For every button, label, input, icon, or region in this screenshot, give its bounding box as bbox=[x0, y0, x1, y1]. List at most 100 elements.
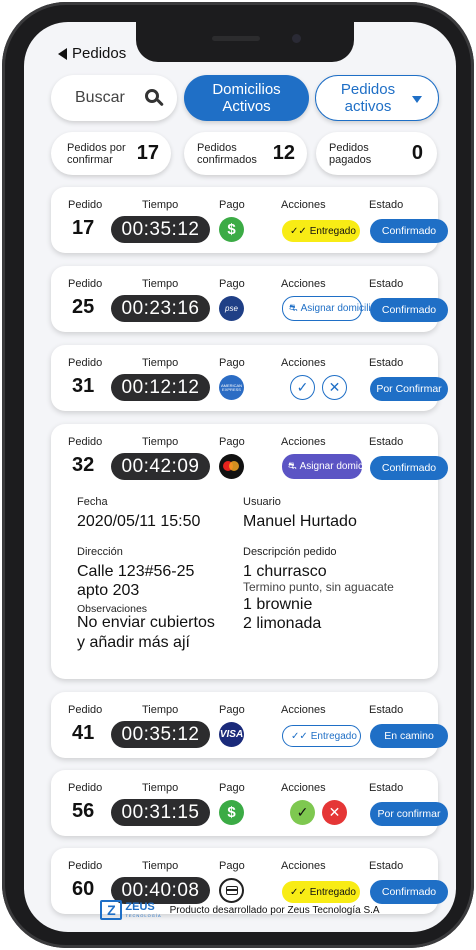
check-double-icon: ✓✓ bbox=[290, 225, 307, 237]
confirm-actions: ✓ ✕ bbox=[290, 800, 347, 825]
fecha-value: 2020/05/11 15:50 bbox=[77, 513, 201, 530]
asignar-domiciliario-button[interactable]: ⛐ Asignar domicilia... bbox=[282, 454, 384, 479]
stat-label: Pedidos confirmados bbox=[197, 141, 257, 166]
header-pago: Pago bbox=[219, 782, 245, 794]
visa-symbol: VISA bbox=[219, 729, 244, 740]
usuario-label: Usuario bbox=[243, 496, 281, 508]
item-1-note: Termino punto, sin aguacate bbox=[243, 580, 394, 594]
header-pago: Pago bbox=[219, 199, 245, 211]
observaciones-line-2: y añadir más ají bbox=[77, 634, 190, 651]
header-pago: Pago bbox=[219, 860, 245, 872]
header-estado: Estado bbox=[369, 278, 404, 290]
order-card[interactable]: Pedido Tiempo Pago Acciones Estado 17 00… bbox=[51, 187, 448, 253]
footer: Z ZEUS TECNOLOGÍA Producto desarrollado … bbox=[24, 900, 456, 920]
order-number: 41 bbox=[72, 722, 95, 744]
search-button[interactable]: Buscar bbox=[51, 75, 177, 121]
header-tiempo: Tiempo bbox=[142, 278, 179, 290]
status-badge[interactable]: Por confirmar bbox=[370, 802, 448, 826]
motorbike-icon: ⛐ bbox=[288, 460, 297, 472]
chevron-down-icon bbox=[412, 96, 422, 103]
pedidos-activos-dropdown[interactable]: Pedidos activos bbox=[315, 75, 439, 121]
stat-por-confirmar[interactable]: Pedidos por confirmar 17 bbox=[51, 132, 171, 175]
zeus-logo-mark: Z bbox=[100, 900, 123, 920]
header-acciones: Acciones bbox=[281, 278, 326, 290]
header-estado: Estado bbox=[369, 357, 404, 369]
reject-close-icon[interactable]: ✕ bbox=[322, 375, 347, 400]
order-number: 56 bbox=[72, 800, 95, 822]
order-number: 60 bbox=[72, 878, 95, 900]
order-card-expanded[interactable]: Pedido Tiempo Pago Acciones Estado 32 00… bbox=[51, 424, 448, 679]
cash-icon: $ bbox=[219, 217, 244, 242]
header-tiempo: Tiempo bbox=[142, 782, 179, 794]
header-estado: Estado bbox=[369, 436, 404, 448]
header-acciones: Acciones bbox=[281, 199, 326, 211]
confirm-actions: ✓ ✕ bbox=[290, 375, 347, 400]
order-card[interactable]: Pedido Tiempo Pago Acciones Estado 41 00… bbox=[51, 692, 448, 758]
order-timer: 00:23:16 bbox=[111, 295, 210, 322]
direccion-line-1: Calle 123#56-25 bbox=[77, 563, 195, 580]
status-badge[interactable]: Confirmado bbox=[370, 456, 448, 480]
reject-close-icon[interactable]: ✕ bbox=[322, 800, 347, 825]
confirm-check-icon[interactable]: ✓ bbox=[290, 375, 315, 400]
camera bbox=[292, 34, 301, 43]
motorbike-icon: ⛐ bbox=[289, 302, 298, 314]
status-badge[interactable]: Confirmado bbox=[370, 298, 448, 322]
search-icon bbox=[145, 89, 164, 107]
descripcion-label: Descripción pedido bbox=[243, 546, 337, 558]
action-label: Entregado bbox=[309, 886, 356, 898]
order-card[interactable]: Pedido Tiempo Pago Acciones Estado 31 00… bbox=[51, 345, 448, 411]
domicilios-activos-tab[interactable]: Domicilios Activos bbox=[184, 75, 309, 121]
back-button[interactable]: Pedidos bbox=[58, 45, 126, 62]
confirm-check-icon[interactable]: ✓ bbox=[290, 800, 315, 825]
usuario-value: Manuel Hurtado bbox=[243, 513, 357, 530]
header-pedido: Pedido bbox=[68, 278, 103, 290]
order-timer: 00:35:12 bbox=[111, 721, 210, 748]
header-pedido: Pedido bbox=[68, 704, 103, 716]
order-timer: 00:31:15 bbox=[111, 799, 210, 826]
pse-symbol: pse bbox=[225, 304, 238, 313]
mastercard-icon bbox=[219, 454, 244, 479]
header-acciones: Acciones bbox=[281, 357, 326, 369]
order-card[interactable]: Pedido Tiempo Pago Acciones Estado 25 00… bbox=[51, 266, 448, 332]
order-timer: 00:42:09 bbox=[111, 453, 210, 480]
app-screen: Pedidos Buscar Domicilios Activos Pedido… bbox=[24, 22, 456, 932]
pse-icon: pse bbox=[219, 296, 244, 321]
asignar-domiciliario-button[interactable]: ⛐ Asignar domicilia... bbox=[282, 296, 385, 321]
entregado-button[interactable]: ✓✓ Entregado bbox=[282, 725, 361, 747]
header-acciones: Acciones bbox=[281, 860, 326, 872]
zeus-brand-sub: TECNOLOGÍA bbox=[125, 913, 162, 918]
order-card[interactable]: Pedido Tiempo Pago Acciones Estado 56 00… bbox=[51, 770, 448, 836]
stat-confirmados[interactable]: Pedidos confirmados 12 bbox=[184, 132, 307, 175]
header-pago: Pago bbox=[219, 278, 245, 290]
header-tiempo: Tiempo bbox=[142, 199, 179, 211]
zeus-logo: Z ZEUS TECNOLOGÍA bbox=[100, 900, 161, 920]
back-label: Pedidos bbox=[72, 45, 127, 62]
domicilios-activos-label: Domicilios Activos bbox=[212, 81, 281, 115]
phone-frame: Pedidos Buscar Domicilios Activos Pedido… bbox=[2, 2, 474, 948]
header-pedido: Pedido bbox=[68, 199, 103, 211]
item-1: 1 churrasco bbox=[243, 563, 327, 580]
header-estado: Estado bbox=[369, 782, 404, 794]
action-label: Entregado bbox=[310, 730, 357, 742]
header-pago: Pago bbox=[219, 357, 245, 369]
zeus-brand: ZEUS bbox=[125, 901, 155, 913]
footer-text: Producto desarrollado por Zeus Tecnologí… bbox=[169, 904, 380, 916]
header-tiempo: Tiempo bbox=[142, 436, 179, 448]
order-timer: 00:35:12 bbox=[111, 216, 210, 243]
stat-value: 0 bbox=[411, 142, 423, 164]
status-badge[interactable]: Confirmado bbox=[370, 219, 448, 243]
amex-symbol: AMERICAN EXPRESS bbox=[220, 382, 243, 392]
header-tiempo: Tiempo bbox=[142, 357, 179, 369]
stat-pagados[interactable]: Pedidos pagados 0 bbox=[316, 132, 437, 175]
speaker bbox=[212, 36, 260, 41]
cash-symbol: $ bbox=[227, 221, 236, 238]
header-pago: Pago bbox=[219, 704, 245, 716]
header-tiempo: Tiempo bbox=[142, 860, 179, 872]
status-badge[interactable]: Por Confirmar bbox=[370, 377, 448, 401]
order-number: 32 bbox=[72, 454, 95, 476]
status-badge[interactable]: En camino bbox=[370, 724, 448, 748]
header-acciones: Acciones bbox=[281, 436, 326, 448]
entregado-button[interactable]: ✓✓ Entregado bbox=[282, 220, 360, 242]
action-label: Entregado bbox=[309, 225, 356, 237]
header-acciones: Acciones bbox=[281, 704, 326, 716]
